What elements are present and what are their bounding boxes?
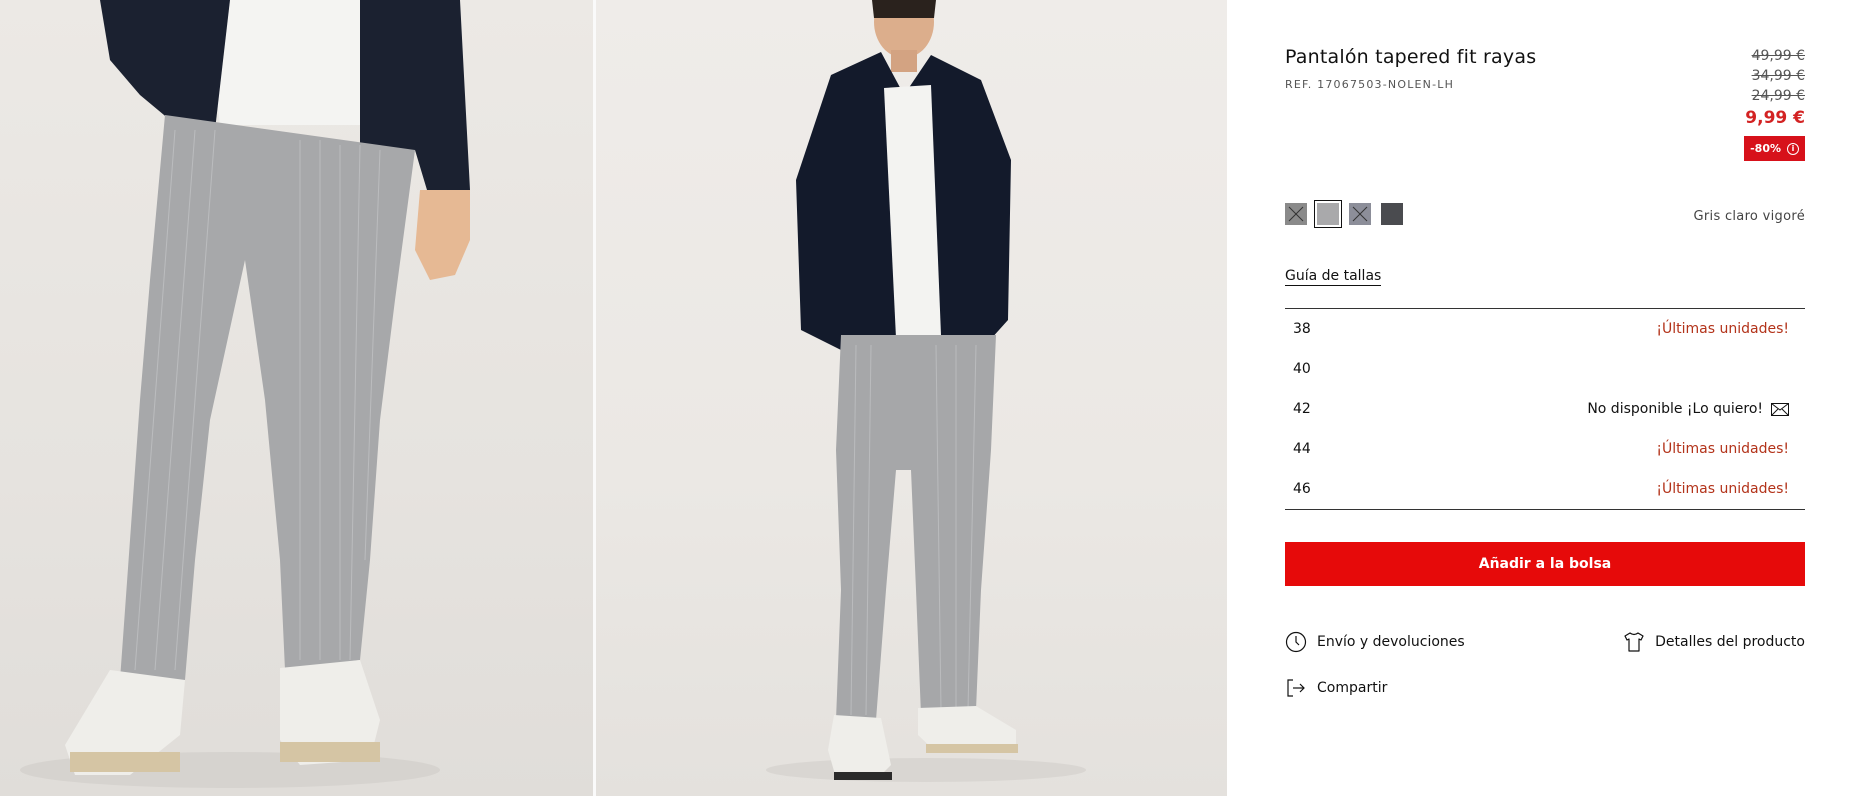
size-label: 42 — [1293, 401, 1311, 417]
info-icon: i — [1787, 142, 1799, 155]
size-label: 40 — [1293, 361, 1311, 377]
closeup-illustration — [20, 0, 470, 788]
shipping-returns-label: Envío y devoluciones — [1317, 634, 1465, 650]
share-label: Compartir — [1317, 680, 1388, 696]
stock-note: ¡Últimas unidades! — [1656, 441, 1789, 457]
size-option-38[interactable]: 38 ¡Últimas unidades! — [1285, 309, 1805, 349]
color-swatch[interactable] — [1349, 203, 1371, 225]
share-link[interactable]: Compartir — [1285, 677, 1387, 699]
tshirt-icon — [1624, 632, 1644, 652]
price-block: 49,99 € 34,99 € 24,99 € 9,99 € -80% i — [1744, 46, 1805, 161]
size-label: 46 — [1293, 481, 1311, 497]
color-swatches — [1285, 200, 1403, 228]
unavailable-cross-icon — [1288, 206, 1304, 222]
add-to-bag-button[interactable]: Añadir a la bolsa — [1285, 542, 1805, 586]
product-title: Pantalón tapered fit rayas — [1285, 46, 1537, 68]
old-price: 24,99 € — [1751, 88, 1805, 104]
current-price: 9,99 € — [1745, 108, 1805, 128]
stock-note: No disponible ¡Lo quiero! — [1587, 401, 1763, 417]
color-swatch[interactable] — [1381, 203, 1403, 225]
clock-icon — [1285, 631, 1307, 653]
size-list: 38 ¡Últimas unidades! 40 42 No disponibl… — [1285, 308, 1805, 510]
product-details-label: Detalles del producto — [1655, 634, 1805, 650]
product-reference: REF. 17067503-NOLEN-LH — [1285, 78, 1455, 91]
size-label: 38 — [1293, 321, 1311, 337]
size-option-44[interactable]: 44 ¡Últimas unidades! — [1285, 429, 1805, 469]
shipping-returns-link[interactable]: Envío y devoluciones — [1285, 631, 1465, 653]
size-option-46[interactable]: 46 ¡Últimas unidades! — [1285, 469, 1805, 509]
share-icon — [1287, 679, 1305, 697]
model-illustration — [766, 0, 1086, 782]
discount-label: -80% — [1750, 142, 1781, 155]
size-option-40[interactable]: 40 — [1285, 349, 1805, 389]
size-label: 44 — [1293, 441, 1311, 457]
selected-color-name: Gris claro vigoré — [1693, 209, 1805, 224]
stock-note: ¡Últimas unidades! — [1656, 321, 1789, 337]
discount-badge[interactable]: -80% i — [1744, 136, 1805, 161]
stock-note: ¡Últimas unidades! — [1656, 481, 1789, 497]
product-info-panel: Pantalón tapered fit rayas REF. 17067503… — [1285, 0, 1805, 796]
old-price: 49,99 € — [1751, 48, 1805, 64]
envelope-icon — [1771, 402, 1789, 416]
product-image-model[interactable] — [596, 0, 1227, 796]
notify-me[interactable]: No disponible ¡Lo quiero! — [1587, 401, 1789, 417]
product-image-closeup[interactable] — [0, 0, 593, 796]
unavailable-cross-icon — [1352, 206, 1368, 222]
size-guide-link[interactable]: Guía de tallas — [1285, 268, 1382, 286]
color-swatch[interactable] — [1285, 203, 1307, 225]
color-swatch-selected[interactable] — [1314, 200, 1342, 228]
old-price: 34,99 € — [1751, 68, 1805, 84]
product-details-link[interactable]: Detalles del producto — [1623, 631, 1805, 653]
size-option-42[interactable]: 42 No disponible ¡Lo quiero! — [1285, 389, 1805, 429]
